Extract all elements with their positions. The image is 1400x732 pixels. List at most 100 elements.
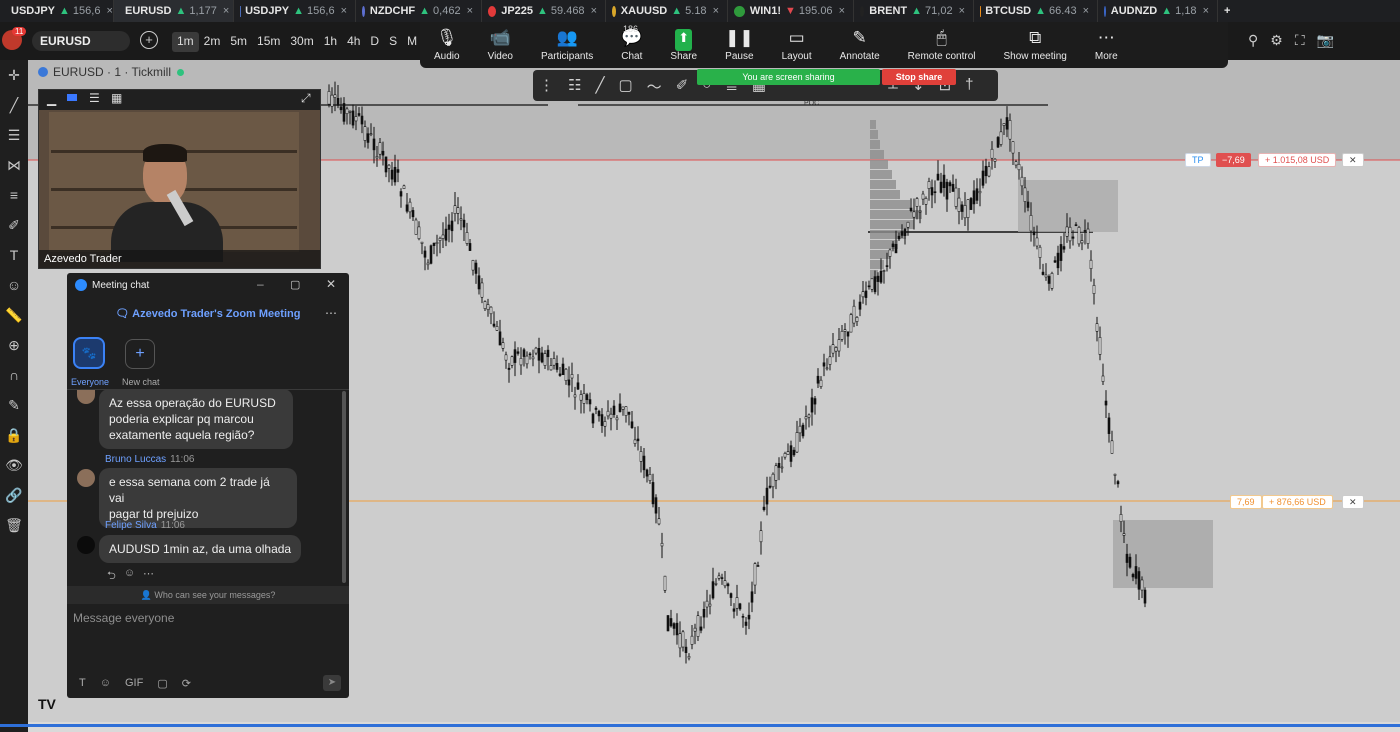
list-icon[interactable]: ☷ xyxy=(568,76,581,97)
close-tab-icon[interactable]: × xyxy=(839,5,845,17)
drag-handle-icon[interactable]: ⋮ xyxy=(539,76,554,97)
gif-icon[interactable]: GIF xyxy=(125,677,143,690)
speaker-view-icon[interactable] xyxy=(67,94,77,101)
interval-1h[interactable]: 1h xyxy=(319,32,342,52)
annotate-button[interactable]: ✎ Annotate xyxy=(826,22,894,68)
popout-icon[interactable]: ▢ xyxy=(290,278,300,291)
react-icon[interactable]: ☺ xyxy=(124,567,135,586)
tp-profit-value[interactable]: + 1.015,08 USD xyxy=(1258,153,1337,167)
show-meeting-button[interactable]: ⧉ Show meeting xyxy=(989,22,1080,68)
tp-close-icon[interactable]: ✕ xyxy=(1342,153,1364,167)
close-tab-icon[interactable]: × xyxy=(713,5,719,17)
path-tool-icon[interactable]: 〜 xyxy=(647,76,662,97)
brush-tool-icon[interactable]: ✐ xyxy=(676,76,689,97)
interval-15m[interactable]: 15m xyxy=(252,32,285,52)
layout-button[interactable]: ▭ Layout xyxy=(768,22,826,68)
visibility-icon[interactable]: 👁 xyxy=(0,450,28,480)
minimize-video-icon[interactable]: ▁ xyxy=(47,92,56,106)
fib-icon[interactable]: ≡ xyxy=(0,180,28,210)
symbol-tab[interactable]: AUDNZD ▲ 1,18 × xyxy=(1098,0,1218,22)
symbol-tab[interactable]: USDJPY ▲ 156,6 × xyxy=(0,0,114,22)
symbol-tab[interactable]: JP225 ▲ 59.468 × xyxy=(482,0,606,22)
participants-button[interactable]: 👥 Participants xyxy=(527,22,607,68)
format-text-icon[interactable]: T xyxy=(79,677,86,690)
fullscreen-icon[interactable]: ⛶ xyxy=(1295,32,1305,49)
emoji-icon[interactable]: ☺ xyxy=(100,677,111,690)
symbol-tab[interactable]: WIN1! ▼ 195.06 × xyxy=(728,0,854,22)
tp-loss-value[interactable]: −7,69 xyxy=(1216,153,1251,167)
close-tab-icon[interactable]: × xyxy=(467,5,473,17)
interval-1m[interactable]: 1m xyxy=(172,32,199,52)
remote-control-button[interactable]: 🖱 Remote control xyxy=(894,22,990,68)
trendline-icon[interactable]: ╱ xyxy=(0,90,28,120)
sl-profit-value[interactable]: + 876,66 USD xyxy=(1262,495,1333,509)
symbol-tab[interactable]: EURUSD ▲ 1,177 × xyxy=(114,0,234,22)
symbol-tab[interactable]: NZDCHF ▲ 0,462 × xyxy=(356,0,482,22)
add-tab-button[interactable]: + xyxy=(1218,0,1238,22)
expand-video-icon[interactable]: ⤢ xyxy=(301,91,311,106)
horizontal-lines-icon[interactable]: ☰ xyxy=(0,120,28,150)
reply-icon[interactable]: ⮌ xyxy=(107,567,116,586)
visibility-note[interactable]: 👤 Who can see your messages? xyxy=(67,586,349,604)
strip-view-icon[interactable]: ☰ xyxy=(89,91,100,105)
send-button[interactable]: ➤ xyxy=(323,675,341,691)
ruler-icon[interactable]: 📏 xyxy=(0,300,28,330)
screenshot-icon[interactable]: ⟳ xyxy=(182,677,191,690)
compare-add-icon[interactable]: + xyxy=(140,31,158,49)
close-tab-icon[interactable]: × xyxy=(1083,5,1089,17)
stop-share-button[interactable]: Stop share xyxy=(882,69,956,85)
price-line-tool-icon[interactable]: † xyxy=(965,76,973,94)
audio-button[interactable]: 🎙 Audio xyxy=(420,22,474,68)
close-tab-icon[interactable]: × xyxy=(106,5,112,17)
everyone-chat-button[interactable]: 🐾 xyxy=(73,337,105,369)
share-button[interactable]: ⬆ Share xyxy=(656,22,711,68)
magnet-icon[interactable]: ∩ xyxy=(0,360,28,390)
close-tab-icon[interactable]: × xyxy=(591,5,597,17)
link-icon[interactable]: 🔗 xyxy=(0,480,28,510)
alert-icon[interactable]: ⚲ xyxy=(1248,32,1258,49)
message-input[interactable]: Message everyone xyxy=(73,611,341,651)
lock-drawing-icon[interactable]: ✎ xyxy=(0,390,28,420)
interval-4h[interactable]: 4h xyxy=(342,32,365,52)
symbol-tab[interactable]: XAUUSD ▲ 5.18 × xyxy=(606,0,728,22)
close-icon[interactable]: ✕ xyxy=(326,277,336,291)
line-tool-icon[interactable]: ╱ xyxy=(595,76,604,97)
rectangle-tool-icon[interactable]: ▢ xyxy=(618,76,632,97)
interval-5m[interactable]: 5m xyxy=(225,32,252,52)
sl-close-icon[interactable]: ✕ xyxy=(1342,495,1364,509)
symbol-tab[interactable]: USDJPY ▲ 156,6 × xyxy=(234,0,356,22)
meeting-name-row[interactable]: 🗨 Azevedo Trader's Zoom Meeting xyxy=(67,307,349,320)
video-button[interactable]: 📹 Video xyxy=(474,22,527,68)
file-icon[interactable]: ▢ xyxy=(157,677,167,690)
brush-icon[interactable]: ✐ xyxy=(0,210,28,240)
close-tab-icon[interactable]: × xyxy=(223,5,229,17)
gallery-view-icon[interactable]: ▦ xyxy=(111,91,122,105)
lock-icon[interactable]: 🔒 xyxy=(0,420,28,450)
settings-icon[interactable]: ⚙ xyxy=(1270,32,1283,49)
new-chat-button[interactable]: + xyxy=(125,339,155,369)
pause-button[interactable]: ❚❚ Pause xyxy=(711,22,768,68)
more-icon[interactable]: ⋯ xyxy=(143,567,154,586)
emoji-icon[interactable]: ☺ xyxy=(0,270,28,300)
sl-value[interactable]: 7,69 xyxy=(1230,495,1262,509)
close-tab-icon[interactable]: × xyxy=(959,5,965,17)
trash-icon[interactable]: 🗑 xyxy=(0,510,28,540)
interval-D[interactable]: D xyxy=(365,32,384,52)
snapshot-icon[interactable]: 📷 xyxy=(1317,32,1334,49)
text-icon[interactable]: T xyxy=(0,240,28,270)
crosshair-icon[interactable]: ✛ xyxy=(0,60,28,90)
zoom-in-icon[interactable]: ⊕ xyxy=(0,330,28,360)
tp-label[interactable]: TP xyxy=(1185,153,1211,167)
video-panel[interactable]: ▁ ☰ ▦ ⤢ Azevedo Trader xyxy=(38,89,321,269)
close-tab-icon[interactable]: × xyxy=(1203,5,1209,17)
symbol-search[interactable]: EURUSD xyxy=(32,31,130,51)
interval-30m[interactable]: 30m xyxy=(285,32,318,52)
close-tab-icon[interactable]: × xyxy=(341,5,347,17)
chat-scrollbar[interactable] xyxy=(342,391,346,583)
symbol-tab[interactable]: BTCUSD ▲ 66.43 × xyxy=(974,0,1098,22)
more-button[interactable]: ⋯ More xyxy=(1081,22,1132,68)
minimize-icon[interactable]: – xyxy=(257,277,264,291)
more-options-icon[interactable]: ⋯ xyxy=(325,306,337,320)
symbol-tab[interactable]: BRENT ▲ 71,02 × xyxy=(854,0,974,22)
interval-2m[interactable]: 2m xyxy=(199,32,226,52)
